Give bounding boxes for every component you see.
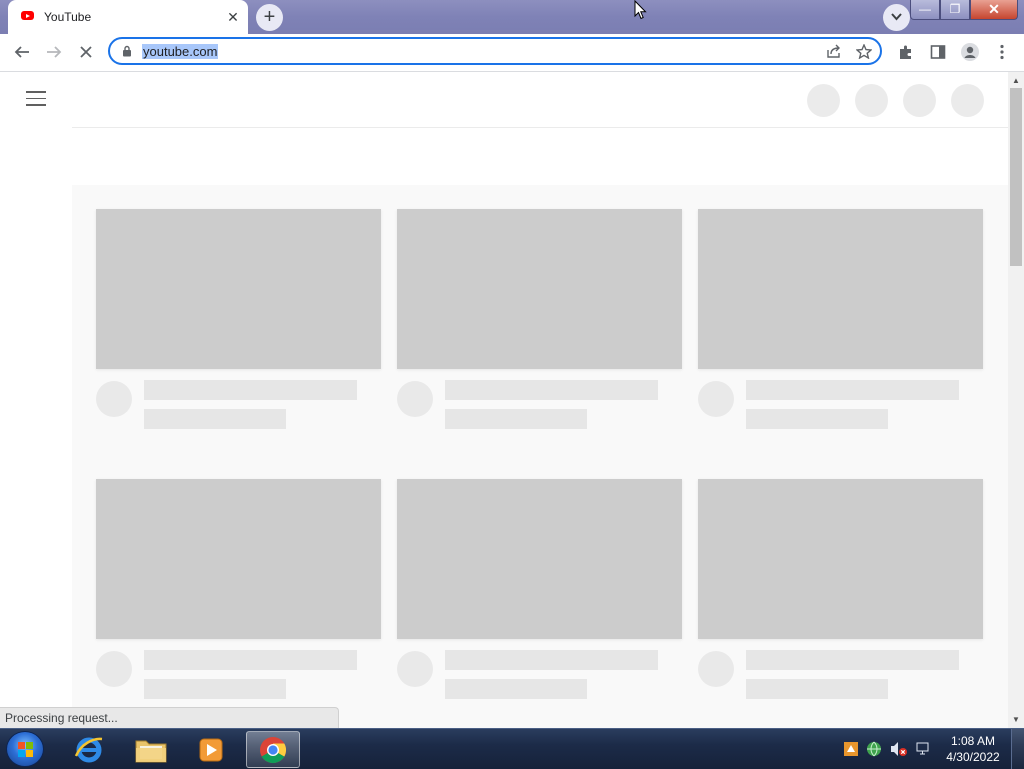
title-skeleton (144, 650, 357, 670)
star-icon[interactable] (856, 44, 872, 59)
title-skeleton (746, 650, 959, 670)
chrome-menu-button[interactable] (990, 40, 1014, 64)
forward-button[interactable] (42, 40, 66, 64)
taskbar-windows-explorer[interactable] (124, 731, 178, 768)
stop-loading-button[interactable] (74, 40, 98, 64)
chips-bar (72, 127, 1008, 186)
channel-avatar-skeleton (96, 651, 132, 687)
youtube-favicon-icon (21, 11, 34, 20)
tab-title: YouTube (44, 10, 92, 24)
system-clock[interactable]: 1:08 AM 4/30/2022 (942, 733, 1004, 765)
scroll-up-arrow-icon[interactable]: ▲ (1012, 76, 1020, 85)
youtube-page (0, 72, 1008, 728)
close-icon (80, 46, 92, 58)
thumbnail-skeleton (698, 479, 983, 639)
title-skeleton (746, 380, 959, 400)
tab-close-icon[interactable]: ✕ (224, 8, 242, 26)
network-globe-icon[interactable] (866, 741, 882, 757)
back-button[interactable] (10, 40, 34, 64)
minimize-button[interactable]: — (910, 0, 940, 20)
meta-skeleton (746, 679, 888, 699)
clock-date: 4/30/2022 (946, 750, 1000, 764)
side-panel-icon (930, 45, 946, 59)
extensions-button[interactable] (894, 40, 918, 64)
mouse-cursor-icon (634, 0, 647, 20)
channel-avatar-skeleton (698, 651, 734, 687)
meta-skeleton (144, 409, 286, 429)
clock-time: 1:08 AM (950, 734, 996, 748)
title-skeleton (144, 380, 357, 400)
profile-button[interactable] (958, 40, 982, 64)
thumbnail-skeleton (397, 209, 682, 369)
channel-avatar-skeleton (397, 651, 433, 687)
masthead-skeleton-button (855, 84, 888, 117)
lock-icon[interactable] (122, 45, 132, 57)
tab-search-button[interactable] (883, 4, 910, 31)
arrow-right-icon (47, 46, 62, 58)
video-feed-skeleton (72, 185, 1008, 728)
thumbnail-skeleton (698, 209, 983, 369)
windows-logo-icon (18, 742, 34, 758)
puzzle-icon (900, 45, 911, 59)
meta-skeleton (746, 409, 888, 429)
page-scrollbar[interactable]: ▲ ▼ (1008, 72, 1024, 728)
new-tab-button[interactable]: + (256, 4, 283, 31)
thumbnail-skeleton (96, 209, 381, 369)
tray-app-icon[interactable] (843, 741, 859, 757)
url-text[interactable]: youtube.com (142, 44, 219, 59)
status-bubble: Processing request... (0, 707, 339, 728)
close-window-button[interactable]: ✕ (970, 0, 1018, 20)
masthead-skeleton-button (807, 84, 840, 117)
media-player-icon (199, 738, 223, 761)
folder-icon (135, 740, 167, 762)
address-bar[interactable]: youtube.com (108, 37, 882, 65)
side-panel-button[interactable] (926, 40, 950, 64)
avatar-icon (961, 43, 979, 61)
arrow-left-icon (14, 46, 29, 58)
window-controls: — ❐ ✕ (910, 0, 1018, 20)
start-button[interactable] (6, 731, 44, 767)
title-skeleton (445, 650, 658, 670)
browser-titlebar: YouTube ✕ + — ❐ ✕ (0, 0, 1024, 34)
chrome-icon (260, 736, 287, 763)
meta-skeleton (445, 679, 587, 699)
taskbar-google-chrome[interactable] (246, 731, 300, 768)
menu-icon[interactable] (26, 91, 46, 111)
meta-skeleton (144, 679, 286, 699)
chevron-down-icon (891, 13, 902, 21)
taskbar-media-player[interactable] (184, 731, 238, 768)
meta-skeleton (445, 409, 587, 429)
thumbnail-skeleton (397, 479, 682, 639)
scrollbar-thumb[interactable] (1010, 88, 1022, 266)
windows-taskbar: 1:08 AM 4/30/2022 (0, 728, 1024, 769)
browser-toolbar: youtube.com (0, 34, 1024, 72)
action-center-icon[interactable] (915, 741, 931, 757)
volume-muted-icon[interactable] (890, 741, 908, 757)
tab-youtube[interactable]: YouTube ✕ (8, 0, 248, 34)
channel-avatar-skeleton (698, 381, 734, 417)
masthead-skeleton-avatar (951, 84, 984, 117)
share-icon[interactable] (826, 44, 842, 59)
channel-avatar-skeleton (96, 381, 132, 417)
masthead-skeleton-button (903, 84, 936, 117)
maximize-button[interactable]: ❐ (940, 0, 970, 20)
scroll-down-arrow-icon[interactable]: ▼ (1012, 715, 1020, 724)
more-vert-icon (1000, 44, 1004, 60)
title-skeleton (445, 380, 658, 400)
internet-explorer-icon (74, 737, 103, 762)
taskbar-internet-explorer[interactable] (62, 731, 116, 768)
show-desktop-button[interactable] (1011, 729, 1024, 769)
channel-avatar-skeleton (397, 381, 433, 417)
thumbnail-skeleton (96, 479, 381, 639)
